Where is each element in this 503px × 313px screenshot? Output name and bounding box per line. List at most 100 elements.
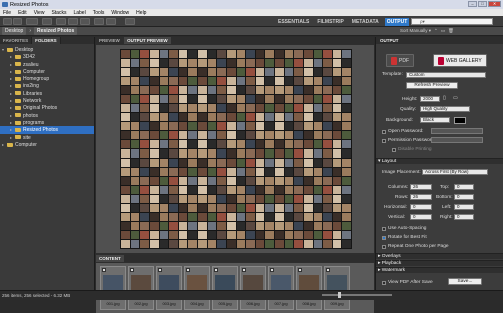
background-color-swatch[interactable]: [454, 117, 466, 124]
boomerang-icon[interactable]: [42, 18, 52, 25]
minimize-button[interactable]: –: [468, 1, 477, 7]
delete-icon[interactable]: 🗑: [448, 28, 454, 34]
template-select[interactable]: Custom: [406, 72, 486, 78]
left-field[interactable]: 0: [454, 204, 474, 210]
thumbnail-size-slider[interactable]: [322, 292, 392, 298]
content-thumbnail[interactable]: 003.jpg: [156, 266, 182, 310]
web-gallery-button[interactable]: WEB GALLERY: [433, 54, 487, 67]
forward-icon[interactable]: [13, 18, 22, 25]
thumbnail-checkbox[interactable]: [326, 268, 330, 272]
quality-select[interactable]: High Quality: [420, 106, 470, 112]
overlays-section-header[interactable]: ▸ Overlays: [376, 253, 503, 259]
folder-tree-item[interactable]: ▸ Libraries: [0, 90, 94, 97]
bottom-field[interactable]: 0: [454, 194, 474, 200]
workspace-metadata[interactable]: METADATA: [350, 18, 381, 26]
folder-tree-item[interactable]: ▸ Resized Photos: [0, 126, 94, 134]
permission-password-field[interactable]: [431, 137, 483, 143]
content-thumbnail[interactable]: 006.jpg: [240, 266, 266, 310]
workspace-filmstrip[interactable]: FILMSTRIP: [315, 18, 345, 26]
top-field[interactable]: 0: [454, 184, 474, 190]
watermark-section-header[interactable]: ▸ Watermark: [376, 267, 503, 273]
right-field[interactable]: 0: [454, 214, 474, 220]
sheet-photo-cell: [178, 194, 188, 203]
open-password-field[interactable]: [431, 128, 483, 134]
slider-handle[interactable]: [338, 292, 341, 298]
content-thumbnail[interactable]: 004.jpg: [184, 266, 210, 310]
camera-download-icon[interactable]: [56, 18, 66, 25]
tab-content[interactable]: CONTENT: [96, 255, 124, 262]
breadcrumb-desktop[interactable]: Desktop: [2, 27, 27, 35]
tab-folders[interactable]: FOLDERS: [32, 37, 61, 44]
portrait-icon[interactable]: ▯: [443, 96, 446, 101]
refresh-preview-button[interactable]: Refresh Preview: [406, 82, 458, 89]
folder-tree-item[interactable]: ▸ zsalieu: [0, 61, 94, 68]
folder-tree-item[interactable]: ▸ ins2ing: [0, 82, 94, 89]
sort-direction-icon[interactable]: ⌃: [434, 28, 438, 34]
auto-spacing-checkbox[interactable]: Use Auto-Spacing: [382, 226, 426, 231]
tab-output-preview[interactable]: OUTPUT PREVIEW: [124, 37, 171, 44]
thumbnail-checkbox[interactable]: [214, 268, 218, 272]
horizontal-field[interactable]: 0: [410, 204, 432, 210]
thumbnail-checkbox[interactable]: [270, 268, 274, 272]
folder-tree-item[interactable]: ▸ programs: [0, 119, 94, 126]
columns-field[interactable]: 26: [410, 184, 432, 190]
sheet-photo-cell: [313, 122, 323, 131]
thumbnail-checkbox[interactable]: [242, 268, 246, 272]
layout-icon[interactable]: [125, 18, 135, 25]
thumbnail-checkbox[interactable]: [102, 268, 106, 272]
folder-tree-item[interactable]: ▸ 3D42: [0, 53, 94, 60]
recent-folder-icon[interactable]: [26, 18, 38, 25]
thumbnail-checkbox[interactable]: [158, 268, 162, 272]
rotate-best-fit-checkbox[interactable]: Rotate for Best Fit: [382, 235, 427, 240]
sort-dropdown[interactable]: Sort Manually ▾: [400, 28, 431, 34]
content-thumbnail[interactable]: 005.jpg: [212, 266, 238, 310]
folder-tree-item[interactable]: ▸ Network: [0, 97, 94, 104]
sheet-photo-cell: [149, 239, 159, 248]
permission-password-checkbox[interactable]: Permission Password:: [382, 138, 435, 143]
rows-field[interactable]: 26: [410, 194, 432, 200]
folder-tree-item[interactable]: ▸ Computer: [0, 141, 94, 148]
content-thumbnail[interactable]: 009.jpg: [324, 266, 350, 310]
rotate-left-icon[interactable]: [94, 18, 104, 25]
background-select[interactable]: Black: [420, 117, 450, 123]
disable-printing-checkbox[interactable]: Disable Printing: [392, 147, 432, 152]
folder-tree-item[interactable]: ▸ photos: [0, 112, 94, 119]
thumbnail-checkbox[interactable]: [130, 268, 134, 272]
folder-tree-item[interactable]: ▸ site: [0, 134, 94, 141]
tab-preview[interactable]: PREVIEW: [96, 37, 123, 44]
content-thumbnail[interactable]: 001.jpg: [100, 266, 126, 310]
workspace-output[interactable]: OUTPUT: [384, 18, 410, 26]
save-button[interactable]: Save...: [448, 278, 482, 285]
content-thumbnail[interactable]: 002.jpg: [128, 266, 154, 310]
back-icon[interactable]: [3, 18, 12, 25]
folder-tree-item[interactable]: ▸ Homegroup: [0, 75, 94, 82]
breadcrumb-current[interactable]: Resized Photos: [34, 27, 78, 35]
open-in-camera-raw-icon[interactable]: [80, 18, 90, 25]
repeat-one-photo-checkbox[interactable]: Repeat One Photo per Page: [382, 244, 449, 249]
image-placement-select[interactable]: Across First (By Row): [422, 169, 488, 175]
workspace-essentials[interactable]: ESSENTIALS: [276, 18, 311, 26]
pdf-button[interactable]: PDF: [386, 54, 414, 67]
content-thumbnail[interactable]: 008.jpg: [296, 266, 322, 310]
rotate-right-icon[interactable]: [106, 18, 116, 25]
open-password-checkbox[interactable]: Open Password:: [382, 129, 423, 134]
playback-section-header[interactable]: ▸ Playback: [376, 260, 503, 266]
folder-tree-item[interactable]: ▸ Computer: [0, 68, 94, 75]
refine-icon[interactable]: [68, 18, 78, 25]
content-thumbnail[interactable]: 007.jpg: [268, 266, 294, 310]
sheet-photo-cell: [313, 230, 323, 239]
thumbnail-checkbox[interactable]: [186, 268, 190, 272]
close-button[interactable]: ✕: [488, 1, 501, 7]
landscape-icon[interactable]: ▭: [453, 96, 458, 101]
tab-favorites[interactable]: FAVORITES: [0, 37, 33, 44]
height-field[interactable]: 2000: [420, 96, 440, 102]
layout-section-header[interactable]: ▾ Layout: [376, 158, 503, 164]
thumbnail-checkbox[interactable]: [298, 268, 302, 272]
vertical-field[interactable]: 0: [410, 214, 432, 220]
view-pdf-after-save-checkbox[interactable]: View PDF After Save: [382, 280, 433, 285]
search-input[interactable]: ρ▾: [411, 18, 493, 25]
folder-tree-item[interactable]: ▸ Original Photos: [0, 104, 94, 111]
maximize-button[interactable]: □: [478, 1, 487, 7]
new-folder-icon[interactable]: ▭: [441, 28, 445, 34]
folder-tree-item[interactable]: ▾ Desktop: [0, 46, 94, 53]
